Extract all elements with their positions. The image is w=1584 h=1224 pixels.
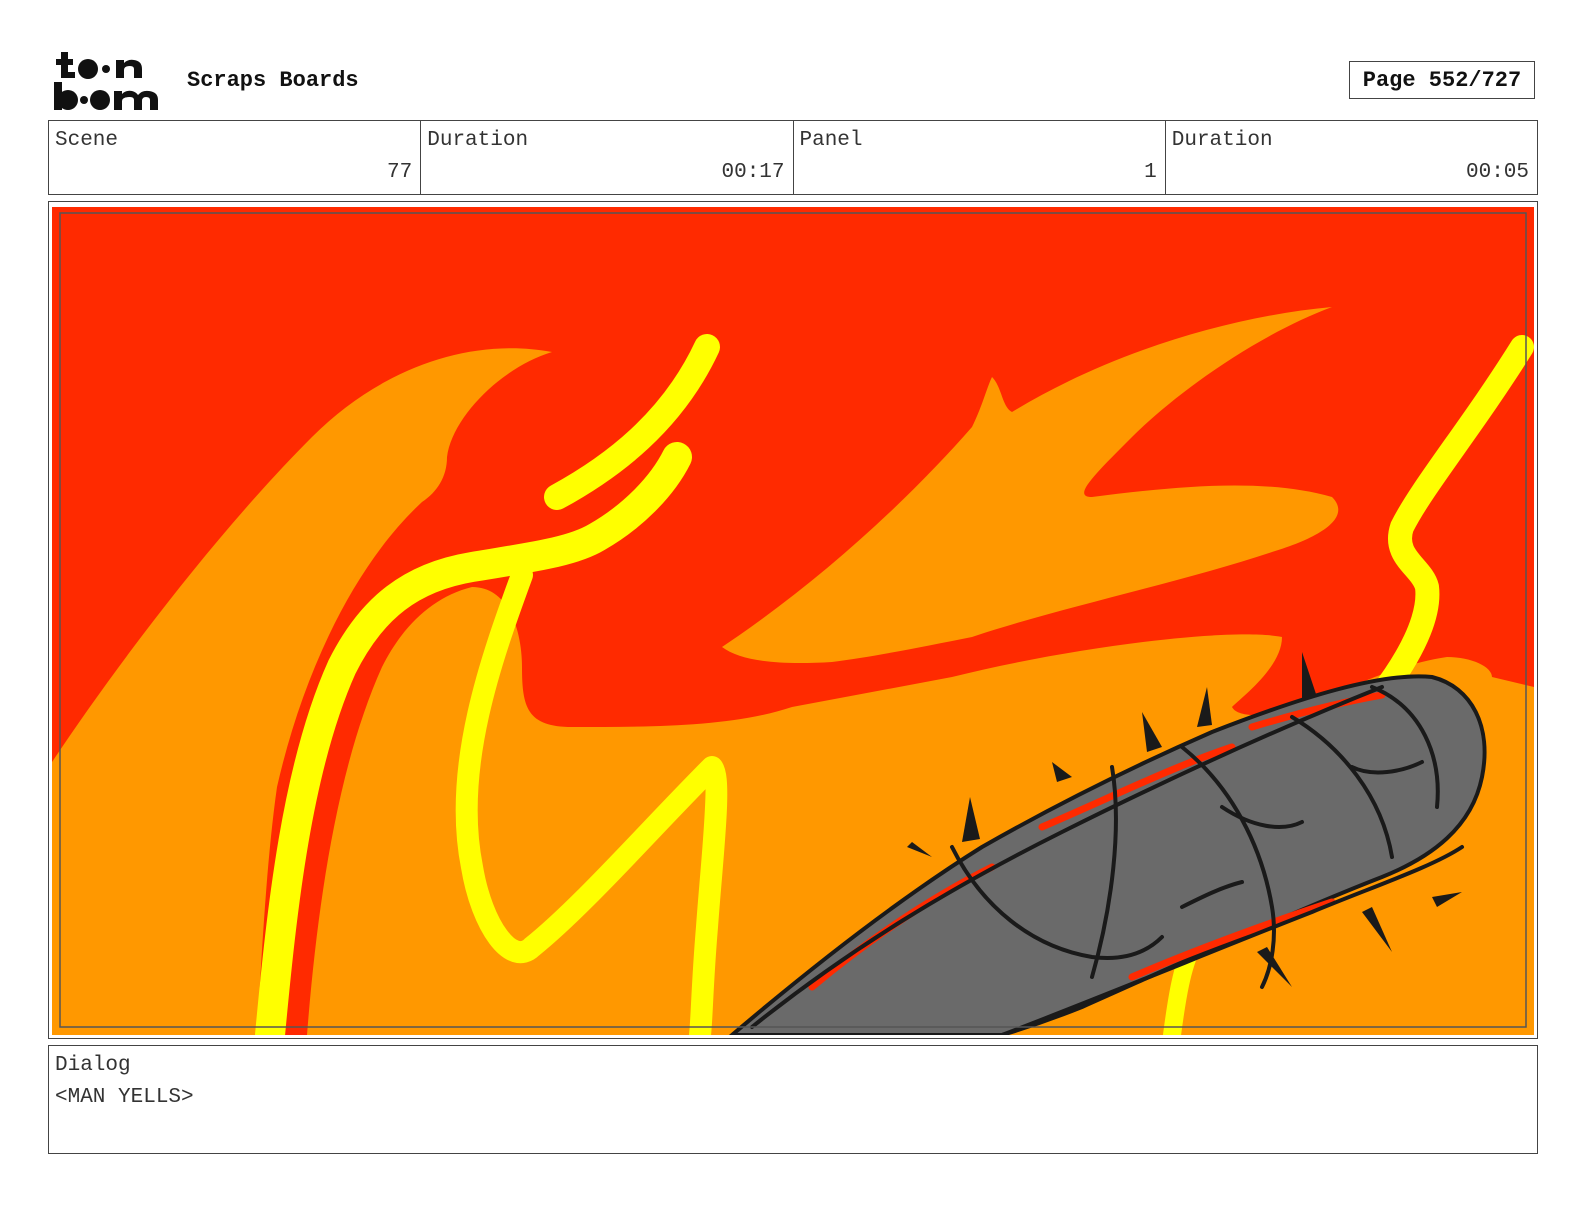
page-number: Page 552/727: [1349, 61, 1535, 99]
scene-info-table: Scene 77 Duration 00:17 Panel 1 Duration…: [48, 120, 1538, 195]
scene-value: 77: [387, 161, 413, 184]
dialog-label: Dialog: [55, 1054, 131, 1077]
scene-duration-value: 00:17: [721, 161, 785, 184]
storyboard-panel: [48, 201, 1538, 1039]
project-title: Scraps Boards: [187, 68, 359, 93]
scene-label: Scene: [55, 129, 119, 152]
toonboom-logo: [50, 48, 166, 114]
scene-duration-cell: Duration 00:17: [421, 121, 794, 194]
scene-cell: Scene 77: [49, 121, 422, 194]
panel-duration-cell: Duration 00:05: [1166, 121, 1537, 194]
panel-duration-value: 00:05: [1465, 161, 1529, 184]
panel-cell: Panel 1: [794, 121, 1166, 194]
dialog-box: Dialog <MAN YELLS>: [48, 1045, 1538, 1154]
scene-duration-label: Duration: [427, 129, 529, 152]
panel-artwork: [52, 207, 1534, 1035]
panel-duration-label: Duration: [1171, 129, 1273, 152]
dialog-text: <MAN YELLS>: [55, 1086, 194, 1109]
panel-label: Panel: [799, 129, 863, 152]
panel-value: 1: [1144, 161, 1157, 184]
